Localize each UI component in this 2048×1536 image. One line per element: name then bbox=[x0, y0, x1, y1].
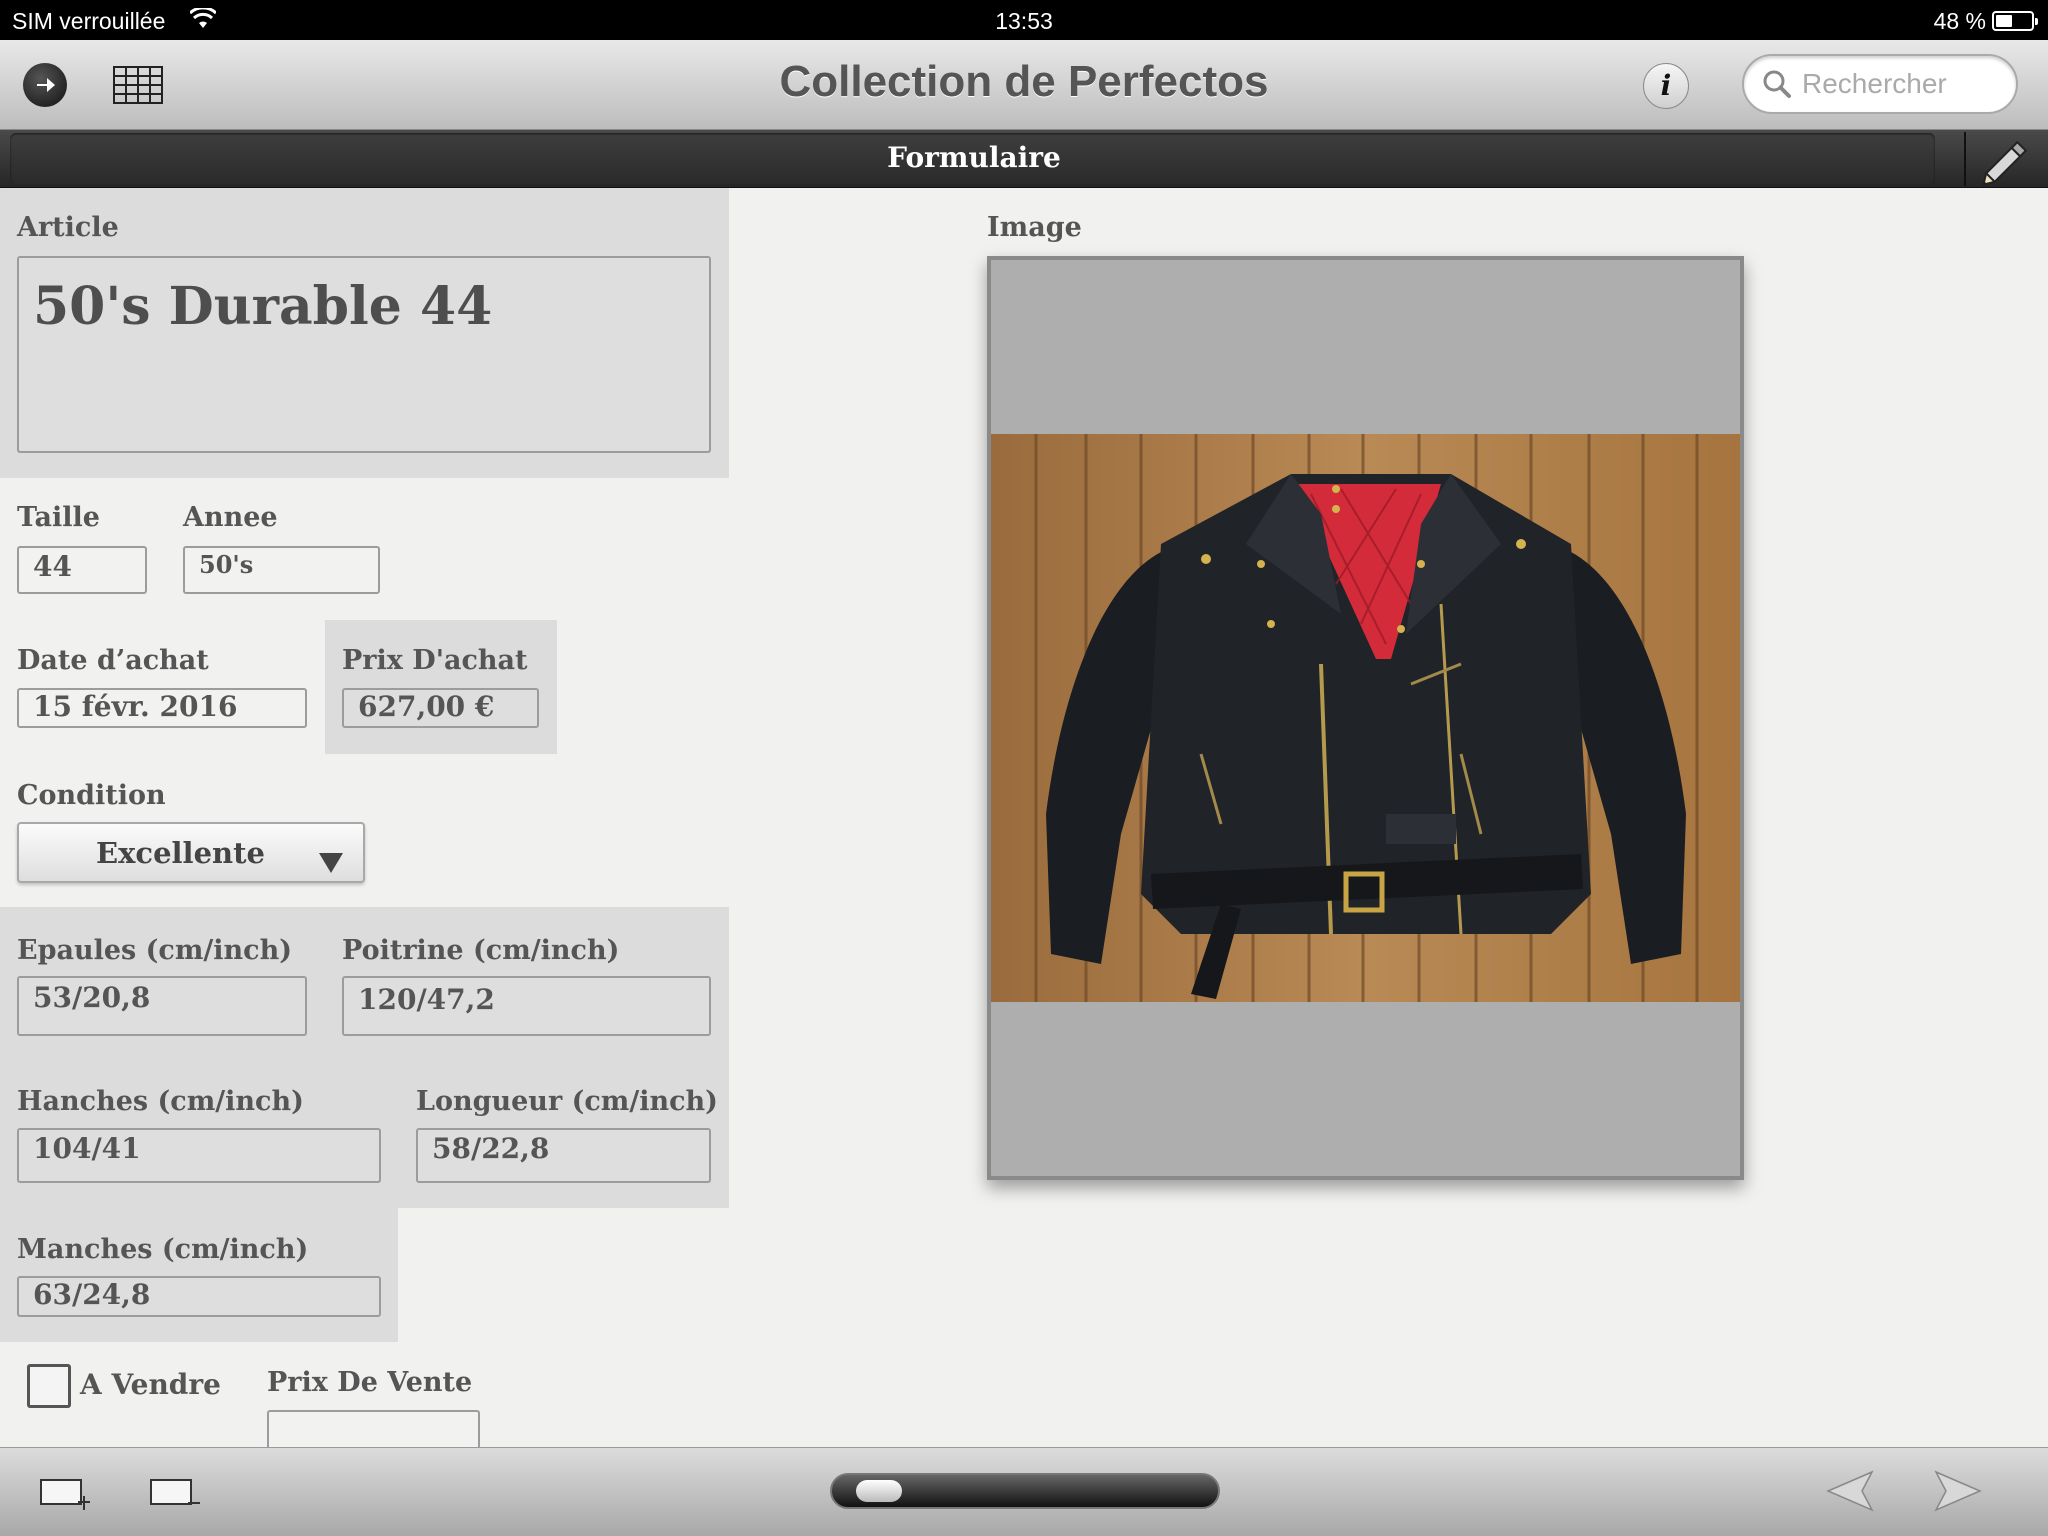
sale-price-field[interactable] bbox=[267, 1410, 480, 1450]
page-title: Collection de Perfectos bbox=[779, 57, 1269, 106]
image-container[interactable] bbox=[987, 256, 1744, 1180]
purchase-price-label: Prix D'achat bbox=[342, 645, 528, 676]
battery-percent: 48 % bbox=[1933, 8, 1986, 34]
size-field[interactable]: 44 bbox=[17, 546, 147, 594]
section-bar: Formulaire bbox=[0, 130, 2048, 188]
image-label: Image bbox=[987, 212, 1082, 243]
shoulders-label: Epaules (cm/inch) bbox=[17, 935, 292, 966]
nav-bar: Collection de Perfectos i bbox=[0, 40, 2048, 130]
bottom-toolbar bbox=[0, 1447, 2048, 1536]
leather-jacket-photo bbox=[991, 434, 1740, 1002]
hips-field[interactable]: 104/41 bbox=[17, 1128, 381, 1183]
purchase-date-label: Date d’achat bbox=[17, 645, 209, 676]
pencil-icon[interactable] bbox=[1962, 132, 2042, 187]
record-slider[interactable] bbox=[830, 1473, 1220, 1509]
shoulders-field[interactable]: 53/20,8 bbox=[17, 976, 307, 1036]
purchase-price-field[interactable]: 627,00 € bbox=[342, 688, 539, 728]
purchase-date-field[interactable]: 15 févr. 2016 bbox=[17, 688, 307, 728]
year-label: Annee bbox=[183, 502, 278, 533]
chest-field[interactable]: 120/47,2 bbox=[342, 976, 711, 1036]
size-label: Taille bbox=[17, 502, 100, 533]
previous-arrow-icon[interactable] bbox=[1826, 1470, 1874, 1516]
info-icon[interactable]: i bbox=[1643, 63, 1689, 109]
article-label: Article bbox=[17, 212, 119, 243]
next-arrow-icon[interactable] bbox=[1934, 1470, 1982, 1516]
condition-label: Condition bbox=[17, 780, 166, 811]
year-field[interactable]: 50's bbox=[183, 546, 380, 594]
search-input[interactable] bbox=[1802, 66, 2002, 102]
search-box[interactable] bbox=[1742, 54, 2018, 114]
sleeves-label: Manches (cm/inch) bbox=[17, 1234, 309, 1265]
section-title: Formulaire bbox=[887, 141, 1061, 174]
dropdown-triangle-icon bbox=[319, 846, 343, 880]
hips-label: Hanches (cm/inch) bbox=[17, 1086, 304, 1117]
battery-icon bbox=[1992, 11, 2038, 31]
price-panel bbox=[325, 620, 557, 754]
slider-thumb[interactable] bbox=[855, 1480, 902, 1502]
sale-price-label: Prix De Vente bbox=[267, 1367, 473, 1398]
for-sale-label: A Vendre bbox=[80, 1368, 221, 1401]
search-icon bbox=[1762, 69, 1792, 103]
remove-record-icon[interactable] bbox=[150, 1476, 202, 1520]
sleeves-panel bbox=[0, 1208, 398, 1342]
add-record-icon[interactable] bbox=[40, 1476, 92, 1520]
clock: 13:53 bbox=[995, 8, 1053, 34]
sleeves-field[interactable]: 63/24,8 bbox=[17, 1276, 381, 1317]
length-label: Longueur (cm/inch) bbox=[416, 1086, 718, 1117]
article-field[interactable]: 50's Durable 44 bbox=[17, 256, 711, 453]
status-bar: SIM verrouillée 13:53 48 % bbox=[0, 0, 2048, 40]
condition-select[interactable]: Excellente bbox=[17, 822, 365, 883]
chest-label: Poitrine (cm/inch) bbox=[342, 935, 620, 966]
condition-value: Excellente bbox=[96, 836, 265, 870]
for-sale-checkbox[interactable] bbox=[27, 1364, 71, 1408]
length-field[interactable]: 58/22,8 bbox=[416, 1128, 711, 1183]
